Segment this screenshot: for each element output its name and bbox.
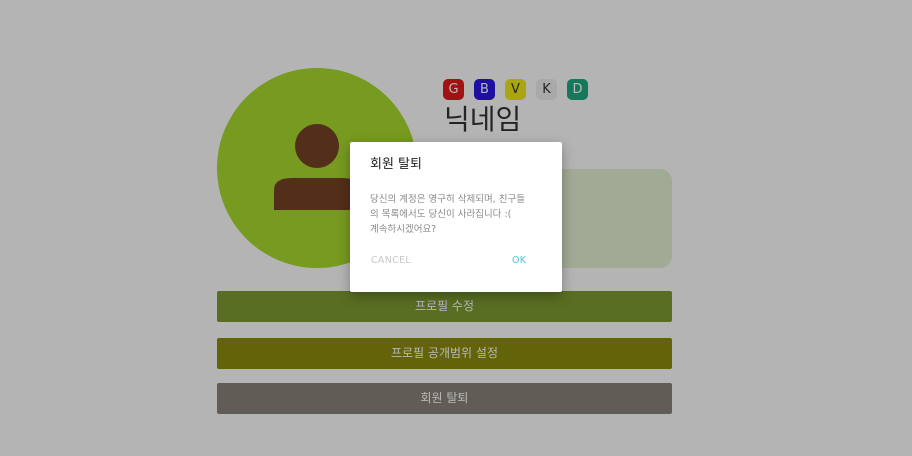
withdraw-dialog: 회원 탈퇴 당신의 계정은 영구히 삭제되며, 친구들 의 목록에서도 당신이 … <box>350 142 562 292</box>
cancel-button[interactable]: CANCEL <box>371 254 411 268</box>
ok-button[interactable]: OK <box>512 254 526 268</box>
dialog-title: 회원 탈퇴 <box>370 157 422 172</box>
dialog-message: 당신의 계정은 영구히 삭제되며, 친구들 의 목록에서도 당신이 사라집니다 … <box>370 194 525 235</box>
